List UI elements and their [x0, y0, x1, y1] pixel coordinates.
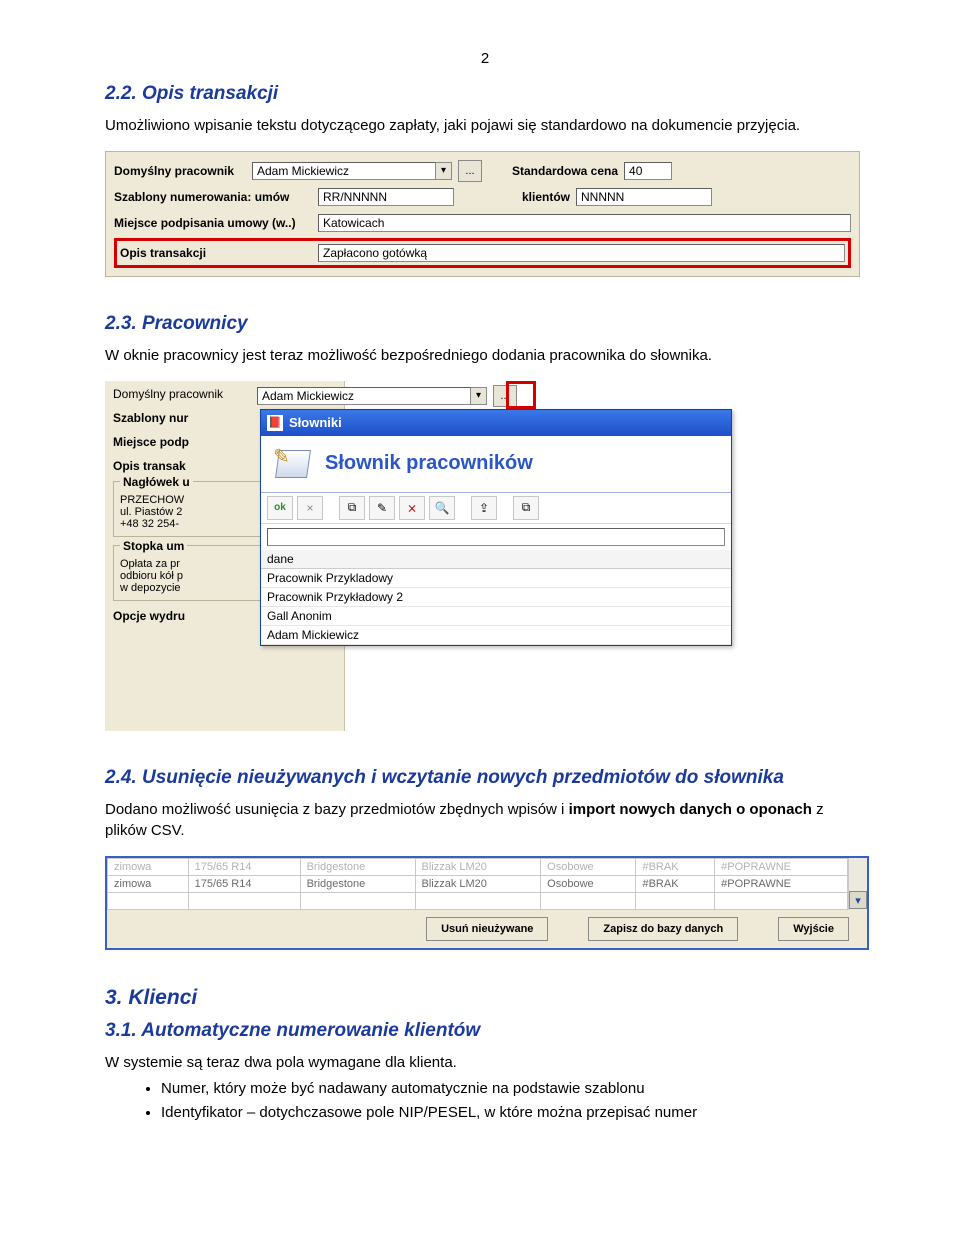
chevron-down-icon[interactable]: ▾	[436, 162, 452, 180]
label-default-employee: Domyślny pracownik	[114, 164, 246, 178]
heading-3-1: 3.1. Automatyczne numerowanie klientów	[105, 1020, 865, 1042]
dialog-toolbar: ok × ⧉ ✎ ⨯ 🔍 ⇪ ⧉	[261, 493, 731, 524]
dialog-search-input[interactable]	[267, 528, 725, 546]
table-row[interactable]: Gall Anonim	[261, 606, 731, 625]
page-number: 2	[105, 50, 865, 67]
close-icon[interactable]: ×	[297, 496, 323, 520]
heading-2-2: 2.2. Opis transakcji	[105, 83, 865, 105]
bg-employee-combo[interactable]	[257, 387, 471, 405]
heading-3: 3. Klienci	[105, 986, 865, 1010]
items-grid: zimowa175/65 R14Bridgestone Blizzak LM20…	[107, 858, 848, 910]
save-to-db-button[interactable]: Zapisz do bazy danych	[588, 917, 738, 941]
transaction-desc-input[interactable]	[318, 244, 845, 262]
bullet-list-3-1: Numer, który może być nadawany automatyc…	[105, 1078, 865, 1124]
table-row[interactable]: zimowa175/65 R14Bridgestone Blizzak LM20…	[108, 859, 848, 876]
dialog-titlebar[interactable]: 📕 Słowniki	[260, 409, 732, 436]
dialog-window-title: Słowniki	[289, 415, 342, 430]
copy-icon[interactable]: ⧉	[339, 496, 365, 520]
label-transaction-desc: Opis transakcji	[120, 246, 310, 260]
groupbox-header-title: Nagłówek u	[120, 475, 193, 489]
heading-2-4: 2.4. Usunięcie nieużywanych i wczytanie …	[105, 767, 865, 789]
body-2-4: Dodano możliwość usunięcia z bazy przedm…	[105, 799, 865, 843]
standard-price-input[interactable]	[624, 162, 672, 180]
default-employee-combo[interactable]	[252, 162, 436, 180]
list-item: Identyfikator – dotychczasowe pole NIP/P…	[161, 1102, 865, 1124]
label-clients-template: klientów	[522, 190, 570, 204]
table-row[interactable]: Pracownik Przykładowy 2	[261, 587, 731, 606]
edit-icon[interactable]: ✎	[369, 496, 395, 520]
clients-template-input[interactable]	[576, 188, 712, 206]
signing-place-input[interactable]	[318, 214, 851, 232]
delete-icon[interactable]: ⨯	[399, 496, 425, 520]
list-item: Numer, który może być nadawany automatyc…	[161, 1078, 865, 1100]
dictionary-icon	[273, 444, 313, 484]
label-numbering-templates: Szablony numerowania: umów	[114, 190, 312, 204]
table-header-dane[interactable]: dane	[261, 550, 731, 569]
bg-label-default-employee: Domyślny pracownik	[113, 387, 223, 401]
dialog-header-title: Słownik pracowników	[325, 452, 533, 475]
label-signing-place: Miejsce podpisania umowy (w..)	[114, 216, 312, 230]
chevron-down-icon[interactable]: ▾	[471, 387, 487, 405]
dialog-employee-table: dane Pracownik Przykladowy Pracownik Prz…	[261, 550, 731, 645]
vertical-scrollbar[interactable]: ▾	[848, 858, 867, 910]
scroll-down-icon[interactable]: ▾	[849, 891, 867, 909]
window-icon: 📕	[267, 415, 283, 431]
groupbox-footer-title: Stopka um	[120, 539, 187, 553]
screenshot-items-grid: zimowa175/65 R14Bridgestone Blizzak LM20…	[105, 856, 869, 950]
body-3-1: W systemie są teraz dwa pola wymagane dl…	[105, 1052, 865, 1074]
body-2-2: Umożliwiono wpisanie tekstu dotyczącego …	[105, 115, 865, 137]
highlight-opis-transakcji: Opis transakcji	[114, 238, 851, 268]
ok-button[interactable]: ok	[267, 496, 293, 520]
body-2-3: W oknie pracownicy jest teraz możliwość …	[105, 345, 865, 367]
table-row[interactable]: Pracownik Przykladowy	[261, 568, 731, 587]
table-row[interactable]: Adam Mickiewicz	[261, 625, 731, 644]
contract-template-input[interactable]	[318, 188, 454, 206]
exit-button[interactable]: Wyjście	[778, 917, 849, 941]
screenshot-employee-dialog: Domyślny pracownik Szablony nur Miejsce …	[105, 381, 735, 731]
delete-unused-button[interactable]: Usuń nieużywane	[426, 917, 548, 941]
screenshot-form-settings: Domyślny pracownik ▾ ... Standardowa cen…	[105, 151, 860, 277]
search-icon[interactable]: 🔍	[429, 496, 455, 520]
employee-browse-button[interactable]: ...	[458, 160, 482, 182]
table-row[interactable]: zimowa175/65 R14Bridgestone Blizzak LM20…	[108, 876, 848, 893]
dialog-slowniki: 📕 Słowniki Słownik pracowników ok × ⧉ ✎	[260, 409, 732, 646]
export-icon[interactable]: ⇪	[471, 496, 497, 520]
table-row[interactable]	[108, 893, 848, 910]
highlight-browse-button	[506, 381, 536, 409]
new-doc-icon[interactable]: ⧉	[513, 496, 539, 520]
heading-2-3: 2.3. Pracownicy	[105, 313, 865, 335]
label-standard-price: Standardowa cena	[512, 164, 618, 178]
